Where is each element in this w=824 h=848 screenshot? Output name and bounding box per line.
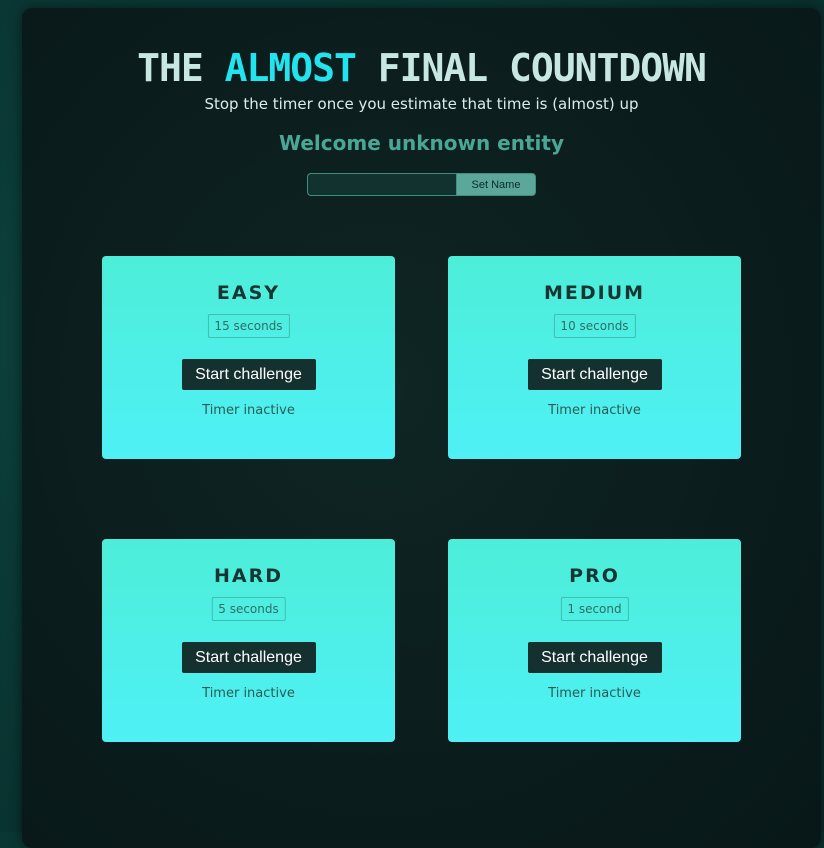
challenge-duration: 10 seconds	[553, 314, 636, 338]
timer-status: Timer inactive	[202, 686, 295, 701]
challenge-title: MEDIUM	[543, 282, 646, 304]
challenge-card-medium: MEDIUM 10 seconds Start challenge Timer …	[448, 256, 741, 459]
start-challenge-button[interactable]: Start challenge	[181, 642, 316, 673]
set-name-button[interactable]: Set Name	[456, 173, 536, 196]
main-panel: THE ALMOST FINAL COUNTDOWN Stop the time…	[22, 8, 821, 848]
title-accent: ALMOST	[224, 46, 357, 90]
name-form: Set Name	[307, 173, 536, 196]
title-part-1: THE	[137, 46, 225, 90]
challenge-duration: 15 seconds	[207, 314, 290, 338]
challenge-title: HARD	[213, 565, 283, 587]
title-part-2: FINAL COUNTDOWN	[355, 46, 707, 90]
welcome-message: Welcome unknown entity	[279, 131, 564, 155]
timer-status: Timer inactive	[548, 686, 641, 701]
timer-status: Timer inactive	[548, 403, 641, 418]
challenge-duration: 1 second	[560, 597, 629, 621]
challenge-duration: 5 seconds	[211, 597, 286, 621]
start-challenge-button[interactable]: Start challenge	[181, 359, 316, 390]
start-challenge-button[interactable]: Start challenge	[527, 359, 662, 390]
timer-status: Timer inactive	[202, 403, 295, 418]
challenge-card-hard: HARD 5 seconds Start challenge Timer ina…	[102, 539, 395, 742]
name-input[interactable]	[307, 173, 456, 196]
start-challenge-button[interactable]: Start challenge	[527, 642, 662, 673]
challenge-title: EASY	[216, 282, 281, 304]
challenge-card-easy: EASY 15 seconds Start challenge Timer in…	[102, 256, 395, 459]
page-subtitle: Stop the timer once you estimate that ti…	[204, 95, 639, 113]
challenge-title: PRO	[569, 565, 620, 587]
page-title: THE ALMOST FINAL COUNTDOWN	[22, 46, 821, 90]
challenge-card-pro: PRO 1 second Start challenge Timer inact…	[448, 539, 741, 742]
